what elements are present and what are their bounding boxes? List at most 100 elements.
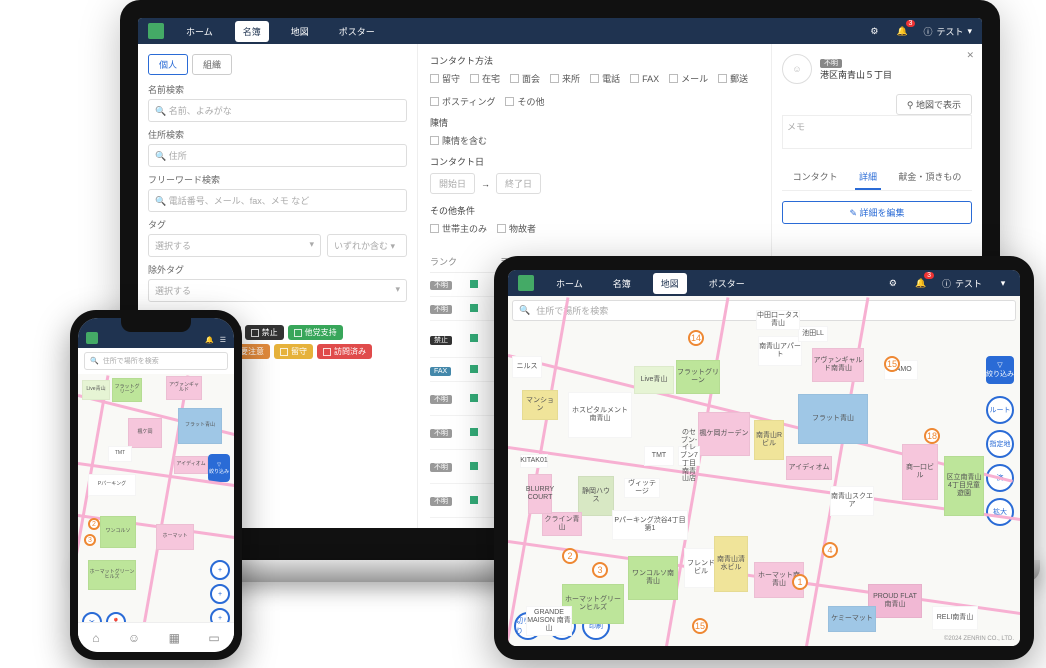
nav-user-icon[interactable]: ☺ xyxy=(128,631,140,645)
addr-search-input[interactable]: 🔍 住所 xyxy=(148,144,407,167)
map-marker[interactable]: 18 xyxy=(924,428,940,444)
method-checkbox[interactable]: 来所 xyxy=(550,72,580,85)
map-marker[interactable]: 4 xyxy=(822,542,838,558)
tablet-device: ホーム 名簿 地図 ポスター ⚙ 🔔3 ⓘ テスト ▾ 🔍 住所で場所を検索 ▽… xyxy=(494,256,1034,660)
tab-person[interactable]: 個人 xyxy=(148,54,188,75)
memo-input[interactable]: メモ xyxy=(782,115,972,149)
nav-poster-icon[interactable]: ▭ xyxy=(208,631,219,645)
filter-button[interactable]: ▽絞り込み xyxy=(208,454,230,482)
building: ホーマットグリーンヒルズ xyxy=(88,560,136,590)
map-marker[interactable]: 2 xyxy=(88,518,100,530)
map-tool-button[interactable]: 指定地 xyxy=(986,430,1014,458)
method-checkbox[interactable]: 在宅 xyxy=(470,72,500,85)
phone-device: 🔔 ☰ 🔍 住所で場所を検索 ▽絞り込み + + + ✂ 📍 ©2024 ZEN… xyxy=(70,310,242,660)
map-marker[interactable]: 14 xyxy=(688,330,704,346)
detail-tab-detail[interactable]: 詳細 xyxy=(855,165,881,190)
rank-chip[interactable]: 他党支持 xyxy=(288,325,343,340)
building: Pパーキング渋谷4丁目第1 xyxy=(612,510,688,540)
rank-chip[interactable]: 訪問済み xyxy=(317,344,372,359)
map-marker[interactable]: 3 xyxy=(592,562,608,578)
excl-tag-select[interactable]: 選択する ▾ xyxy=(148,279,407,302)
map-tool-button[interactable]: ルート xyxy=(986,396,1014,424)
map-canvas[interactable]: 🔍 住所で場所を検索 ▽絞り込み ルート指定地済拡大 切り取りピン印刷 ©202… xyxy=(508,296,1020,646)
building: 南青山アパート xyxy=(758,336,802,366)
nav-map[interactable]: 地図 xyxy=(653,273,687,294)
other-checkbox[interactable]: 物故者 xyxy=(497,222,536,235)
building: ニルス xyxy=(512,356,542,378)
detail-tab-contact[interactable]: コンタクト xyxy=(789,165,842,190)
building: ワンコルソ xyxy=(100,516,136,548)
rank-chip[interactable]: 禁止 xyxy=(245,325,284,340)
building: アイディオム xyxy=(174,456,208,474)
method-checkbox[interactable]: FAX xyxy=(630,72,659,85)
nav-poster[interactable]: ポスター xyxy=(331,21,383,42)
tablet-topbar: ホーム 名簿 地図 ポスター ⚙ 🔔3 ⓘ テスト ▾ xyxy=(508,270,1020,296)
building: 南青山Rビル xyxy=(754,420,784,460)
method-checkbox[interactable]: ポスティング xyxy=(430,95,495,108)
rank-chip[interactable]: 留守 xyxy=(274,344,313,359)
bell-icon[interactable]: 🔔3 xyxy=(914,276,928,290)
map-tool-button[interactable]: + xyxy=(210,560,230,580)
filter-button[interactable]: ▽絞り込み xyxy=(986,356,1014,384)
map-search-input[interactable]: 🔍 住所で場所を検索 xyxy=(84,352,228,370)
addr-search-label: 住所検索 xyxy=(148,128,407,141)
sentiment-checkbox[interactable]: 陳情を含む xyxy=(430,134,487,147)
detail-tab-donate[interactable]: 献金・頂きもの xyxy=(894,165,965,190)
method-checkbox[interactable]: 面会 xyxy=(510,72,540,85)
map-marker[interactable]: 15 xyxy=(692,618,708,634)
close-icon[interactable]: ✕ xyxy=(966,50,974,61)
nav-poster[interactable]: ポスター xyxy=(701,273,753,294)
show-on-map-button[interactable]: ⚲ 地図で表示 xyxy=(896,94,972,115)
building: アヴァンギャルド xyxy=(166,376,202,400)
nav-list[interactable]: 名簿 xyxy=(235,21,269,42)
map-marker[interactable]: 1 xyxy=(792,574,808,590)
map-marker[interactable]: 2 xyxy=(562,548,578,564)
bell-icon[interactable]: 🔔3 xyxy=(895,24,909,38)
gear-icon[interactable]: ⚙ xyxy=(867,24,881,38)
method-checkbox[interactable]: メール xyxy=(669,72,708,85)
method-checkbox[interactable]: 電話 xyxy=(590,72,620,85)
building: KITAK01 xyxy=(520,454,548,468)
nav-list[interactable]: 名簿 xyxy=(605,273,639,294)
building: ホーマット xyxy=(156,524,194,550)
free-search-input[interactable]: 🔍 電話番号、メール、fax、メモ など xyxy=(148,189,407,212)
building: TMT xyxy=(108,446,132,462)
tab-org[interactable]: 組織 xyxy=(192,54,232,75)
method-checkbox[interactable]: その他 xyxy=(505,95,544,108)
map-marker[interactable]: 3 xyxy=(84,534,96,546)
avatar-icon: ☺ xyxy=(782,54,812,84)
contact-date-label: コンタクト日 xyxy=(430,155,759,168)
map-tool-button[interactable]: + xyxy=(210,584,230,604)
other-checkbox[interactable]: 世帯主のみ xyxy=(430,222,487,235)
nav-map-icon[interactable]: ▦ xyxy=(169,631,180,645)
building: 静岡ハウス xyxy=(578,476,614,516)
map-marker[interactable]: 15 xyxy=(884,356,900,372)
phone-notch xyxy=(121,318,191,332)
name-search-input[interactable]: 🔍 名前、よみがな xyxy=(148,99,407,122)
map-canvas[interactable]: ▽絞り込み + + + ✂ 📍 ©2024 ZENRIN Live青山フラットグ… xyxy=(78,374,234,636)
nav-home[interactable]: ホーム xyxy=(548,273,591,294)
menu-icon[interactable]: ☰ xyxy=(220,336,226,344)
nav-home[interactable]: ホーム xyxy=(178,21,221,42)
map-tool-button[interactable]: 拡大 xyxy=(986,498,1014,526)
method-checkbox[interactable]: 留守 xyxy=(430,72,460,85)
date-to-input[interactable]: 終了日 xyxy=(496,173,541,194)
edit-detail-button[interactable]: ✎ 詳細を編集 xyxy=(782,201,972,224)
tag-select[interactable]: 選択する ▾ xyxy=(148,234,321,257)
nav-home-icon[interactable]: ⌂ xyxy=(92,631,99,645)
building: BLURRY COURT xyxy=(528,474,552,514)
bell-icon[interactable]: 🔔 xyxy=(205,336,214,344)
building: TMT xyxy=(644,446,674,466)
date-from-input[interactable]: 開始日 xyxy=(430,173,475,194)
tag-mode-select[interactable]: いずれか含む ▾ xyxy=(327,234,407,257)
building: フラットグリーン xyxy=(676,360,720,394)
app-logo-icon xyxy=(86,332,98,344)
chevron-down-icon[interactable]: ▾ xyxy=(996,276,1010,290)
building: GRANDE MAISON 南青山 xyxy=(526,606,572,636)
gear-icon[interactable]: ⚙ xyxy=(886,276,900,290)
method-checkbox[interactable]: 郵送 xyxy=(718,72,748,85)
nav-map[interactable]: 地図 xyxy=(283,21,317,42)
chevron-down-icon: ▾ xyxy=(967,26,972,37)
user-menu[interactable]: ⓘ テスト ▾ xyxy=(923,25,972,38)
user-menu[interactable]: ⓘ テスト xyxy=(942,277,982,290)
